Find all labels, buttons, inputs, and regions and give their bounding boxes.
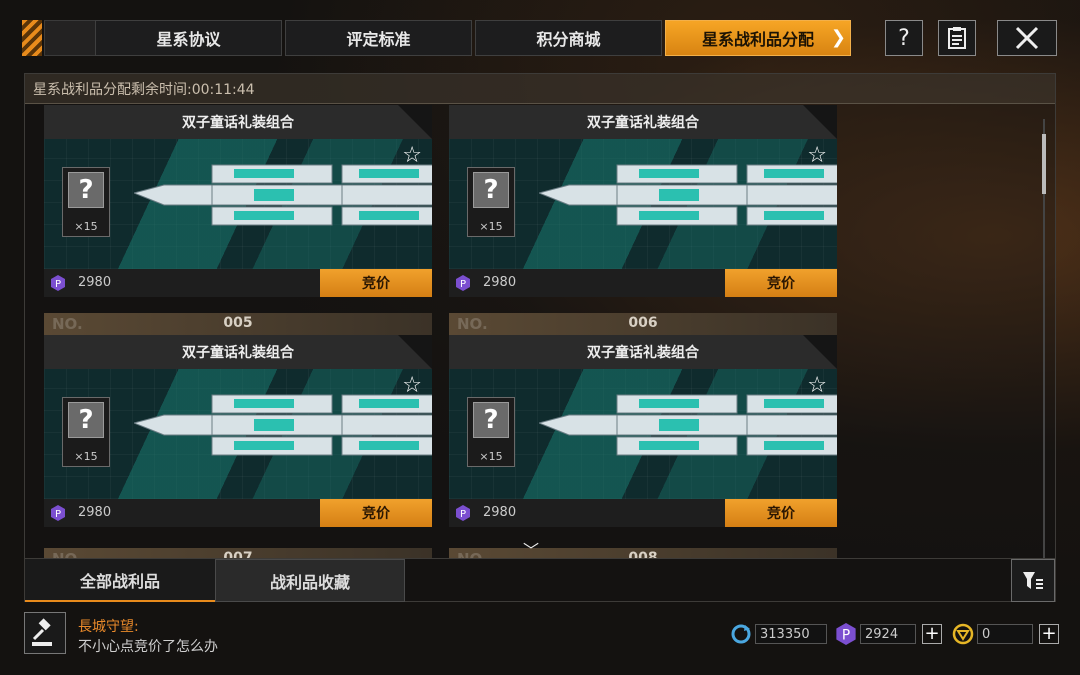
add-tokens-button[interactable]: + xyxy=(1039,624,1059,644)
loot-number: NO. 006 xyxy=(449,313,837,335)
p-coin-icon: P xyxy=(51,505,65,521)
mystery-item[interactable]: ? ×15 xyxy=(467,167,515,237)
tab-rating-criteria[interactable]: 评定标准 xyxy=(285,20,472,56)
question-mark-icon: ? xyxy=(473,402,509,438)
loot-grid[interactable]: ︿ 双子童话礼装组合 ☆ ?×15 P 2980 竞价 双子童话礼装组合 ☆ ?… xyxy=(25,105,1041,558)
svg-text:P: P xyxy=(55,509,61,520)
loot-card-title: 双子童话礼装组合 xyxy=(449,105,837,139)
auction-hammer-button[interactable] xyxy=(24,612,66,654)
price-bar: P 2980 竞价 xyxy=(44,499,432,527)
price-bar: P 2980 竞价 xyxy=(449,499,837,527)
notes-icon xyxy=(948,27,966,49)
loot-number-partial: NO.008 xyxy=(449,548,837,558)
scrollbar[interactable] xyxy=(1042,119,1046,559)
tab-loot-favorites[interactable]: 战利品收藏 xyxy=(215,559,405,602)
top-tab-bar: 星系协议 评定标准 积分商城 星系战利品分配 ❯ xyxy=(22,20,852,56)
mystery-item[interactable]: ? ×15 xyxy=(62,397,110,467)
question-mark-icon: ? xyxy=(68,172,104,208)
triangle-coin-icon xyxy=(952,623,974,645)
question-mark-icon: ? xyxy=(68,402,104,438)
chevron-down-icon[interactable]: ﹀ xyxy=(523,537,539,558)
svg-text:P: P xyxy=(842,628,850,644)
tab-all-loot[interactable]: 全部战利品 xyxy=(25,559,215,602)
currency-points: P 2924 + xyxy=(835,623,942,645)
ship-image xyxy=(134,394,432,456)
loot-image: ☆ ? ×15 xyxy=(449,139,837,269)
bid-button[interactable]: 竞价 xyxy=(725,499,837,527)
ship-image xyxy=(539,164,837,226)
add-points-button[interactable]: + xyxy=(922,624,942,644)
bottom-tab-bar: 全部战利品 战利品收藏 xyxy=(25,558,1055,602)
ship-image xyxy=(134,164,432,226)
tab-points-shop[interactable]: 积分商城 xyxy=(475,20,662,56)
loot-panel: 星系战利品分配剩余时间:00:11:44 ︿ 双子童话礼装组合 ☆ ?×15 P… xyxy=(24,73,1056,602)
tab-accent-stripe xyxy=(22,20,42,56)
loot-number-partial: NO.007 xyxy=(44,548,432,558)
p-coin-icon: P xyxy=(456,275,470,291)
mystery-item[interactable]: ? ×15 xyxy=(467,397,515,467)
loot-card-title: 双子童话礼装组合 xyxy=(449,335,837,369)
tab-loot-distribution[interactable]: 星系战利品分配 ❯ xyxy=(665,20,851,56)
svg-text:P: P xyxy=(55,279,61,290)
p-coin-icon: P xyxy=(51,275,65,291)
close-icon xyxy=(1015,26,1039,50)
loot-card-title: 双子童话礼装组合 xyxy=(44,335,432,369)
filter-icon xyxy=(1023,571,1043,589)
loot-image: ☆ ? ×15 xyxy=(449,369,837,499)
scrollbar-thumb[interactable] xyxy=(1042,134,1046,194)
currency-credits: 313350 xyxy=(730,623,827,645)
svg-text:P: P xyxy=(460,279,466,290)
chat-sender: 長城守望: xyxy=(78,619,139,635)
ship-image xyxy=(539,394,837,456)
help-button[interactable]: ? xyxy=(885,20,923,56)
gavel-icon xyxy=(32,618,52,646)
bid-button[interactable]: 竞价 xyxy=(320,269,432,297)
loot-number: NO. 005 xyxy=(44,313,432,335)
chat-message: 不小心点竞价了怎么办 xyxy=(78,639,218,655)
refresh-coin-icon xyxy=(731,624,751,644)
p-coin-icon: P xyxy=(836,623,856,645)
loot-card-title: 双子童话礼装组合 xyxy=(44,105,432,139)
close-button[interactable] xyxy=(997,20,1057,56)
currency-tokens: 0 + xyxy=(952,623,1059,645)
p-coin-icon: P xyxy=(456,505,470,521)
distribution-timer: 星系战利品分配剩余时间:00:11:44 xyxy=(25,74,1055,104)
mystery-item[interactable]: ? ×15 xyxy=(62,167,110,237)
tab-galaxy-protocol[interactable]: 星系协议 xyxy=(95,20,282,56)
help-icon: ? xyxy=(898,25,910,51)
price-bar: P 2980 竞价 xyxy=(44,269,432,297)
chevron-right-icon: ❯ xyxy=(830,27,846,48)
notes-button[interactable] xyxy=(938,20,976,56)
svg-text:P: P xyxy=(460,509,466,520)
loot-image: ☆ ? ×15 xyxy=(44,139,432,269)
question-mark-icon: ? xyxy=(473,172,509,208)
filter-button[interactable] xyxy=(1011,559,1055,602)
loot-image: ☆ ? ×15 xyxy=(44,369,432,499)
price-bar: P 2980 竞价 xyxy=(449,269,837,297)
bid-button[interactable]: 竞价 xyxy=(725,269,837,297)
bid-button[interactable]: 竞价 xyxy=(320,499,432,527)
